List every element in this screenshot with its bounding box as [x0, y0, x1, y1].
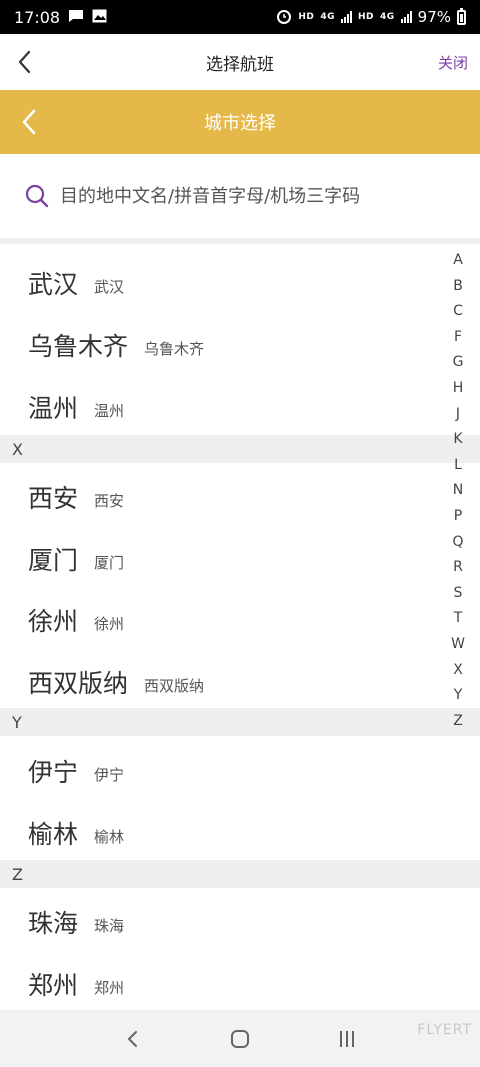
- index-letter-y[interactable]: Y: [450, 683, 466, 709]
- city-subname: 西双版纳: [144, 676, 205, 695]
- city-subname: 厦门: [94, 553, 125, 572]
- section-header: Y: [0, 708, 480, 736]
- list-item[interactable]: 厦门 厦门: [0, 528, 480, 590]
- city-name: 厦门: [28, 546, 79, 575]
- index-letter-q[interactable]: Q: [450, 530, 466, 556]
- nav-back-icon[interactable]: [113, 1019, 153, 1059]
- city-subname: 珠海: [94, 916, 125, 935]
- index-letter-g[interactable]: G: [450, 350, 466, 376]
- network-label-1: 4G: [320, 12, 335, 22]
- city-subname: 乌鲁木齐: [144, 339, 205, 358]
- index-letter-b[interactable]: B: [450, 274, 466, 300]
- list-item[interactable]: 伊宁 伊宁: [0, 740, 480, 802]
- search-bar: [0, 154, 480, 244]
- index-letter-w[interactable]: W: [450, 632, 466, 658]
- section-header: X: [0, 435, 480, 463]
- city-name: 徐州: [28, 607, 79, 636]
- city-subname: 武汉: [94, 277, 125, 296]
- list-item[interactable]: 郑州 郑州: [0, 953, 480, 1010]
- yellow-back-icon[interactable]: [16, 108, 44, 136]
- battery-percent: 97%: [417, 8, 451, 26]
- index-letter-z[interactable]: Z: [450, 709, 466, 735]
- hd-label-2: HD: [357, 12, 374, 22]
- back-icon[interactable]: [12, 48, 40, 76]
- city-name: 伊宁: [28, 758, 79, 787]
- city-subname: 西安: [94, 491, 125, 510]
- city-subname: 温州: [94, 401, 125, 420]
- city-name: 郑州: [28, 971, 79, 1000]
- nav-recents-icon[interactable]: [327, 1019, 367, 1059]
- index-letter-s[interactable]: S: [450, 581, 466, 607]
- index-letter-k[interactable]: K: [450, 427, 466, 453]
- list-item[interactable]: 西双版纳 西双版纳: [0, 651, 480, 713]
- signal-icon-2: [400, 11, 412, 23]
- index-letter-f[interactable]: F: [450, 325, 466, 351]
- close-button[interactable]: 关闭: [438, 52, 468, 73]
- city-subname: 郑州: [94, 978, 125, 997]
- hd-label-1: HD: [298, 12, 315, 22]
- index-letter-t[interactable]: T: [450, 606, 466, 632]
- alarm-icon: [276, 8, 292, 27]
- list-item[interactable]: 武汉 武汉: [0, 252, 480, 314]
- city-select-header: 城市选择: [0, 90, 480, 154]
- status-time: 17:08: [14, 7, 61, 27]
- page-title: 选择航班: [206, 54, 274, 75]
- list-item[interactable]: 榆林 榆林: [0, 802, 480, 864]
- top-header: 选择航班 关闭: [0, 34, 480, 90]
- index-letter-r[interactable]: R: [450, 555, 466, 581]
- network-label-2: 4G: [380, 12, 395, 22]
- list-item[interactable]: 珠海 珠海: [0, 891, 480, 953]
- watermark: FLYERT: [417, 1022, 472, 1038]
- city-list: 武汉 武汉 乌鲁木齐 乌鲁木齐 温州 温州 X 西安 西安 厦门 厦门 徐州 徐…: [0, 250, 480, 1010]
- city-subname: 榆林: [94, 827, 125, 846]
- city-name: 温州: [28, 394, 79, 423]
- index-letter-a[interactable]: A: [450, 248, 466, 274]
- section-header: Z: [0, 860, 480, 888]
- list-item[interactable]: 西安 西安: [0, 466, 480, 528]
- city-name: 武汉: [28, 270, 79, 299]
- index-letter-j[interactable]: J: [450, 402, 466, 428]
- index-letter-h[interactable]: H: [450, 376, 466, 402]
- search-input[interactable]: [60, 185, 440, 207]
- index-letter-p[interactable]: P: [450, 504, 466, 530]
- list-item[interactable]: 徐州 徐州: [0, 589, 480, 651]
- city-select-title: 城市选择: [204, 113, 276, 134]
- city-name: 乌鲁木齐: [28, 332, 129, 361]
- nav-home-icon[interactable]: [220, 1019, 260, 1059]
- city-name: 西双版纳: [28, 669, 129, 698]
- city-name: 榆林: [28, 820, 79, 849]
- list-item[interactable]: 乌鲁木齐 乌鲁木齐: [0, 314, 480, 376]
- battery-icon: [457, 7, 466, 25]
- city-subname: 徐州: [94, 614, 125, 633]
- status-bar: 17:08 HD 4G HD 4G 97%: [0, 0, 480, 34]
- alphabet-index: A B C F G H J K L N P Q R S T W X Y Z: [450, 248, 466, 734]
- search-icon: [24, 183, 50, 209]
- index-letter-n[interactable]: N: [450, 478, 466, 504]
- city-name: 珠海: [28, 909, 79, 938]
- index-letter-l[interactable]: L: [450, 453, 466, 479]
- signal-icon: [340, 11, 352, 23]
- system-nav-bar: [0, 1010, 480, 1067]
- index-letter-c[interactable]: C: [450, 299, 466, 325]
- city-name: 西安: [28, 484, 79, 513]
- image-icon: [92, 9, 107, 26]
- list-item[interactable]: 温州 温州: [0, 376, 480, 438]
- index-letter-x[interactable]: X: [450, 658, 466, 684]
- message-icon: [68, 9, 84, 26]
- city-subname: 伊宁: [94, 765, 125, 784]
